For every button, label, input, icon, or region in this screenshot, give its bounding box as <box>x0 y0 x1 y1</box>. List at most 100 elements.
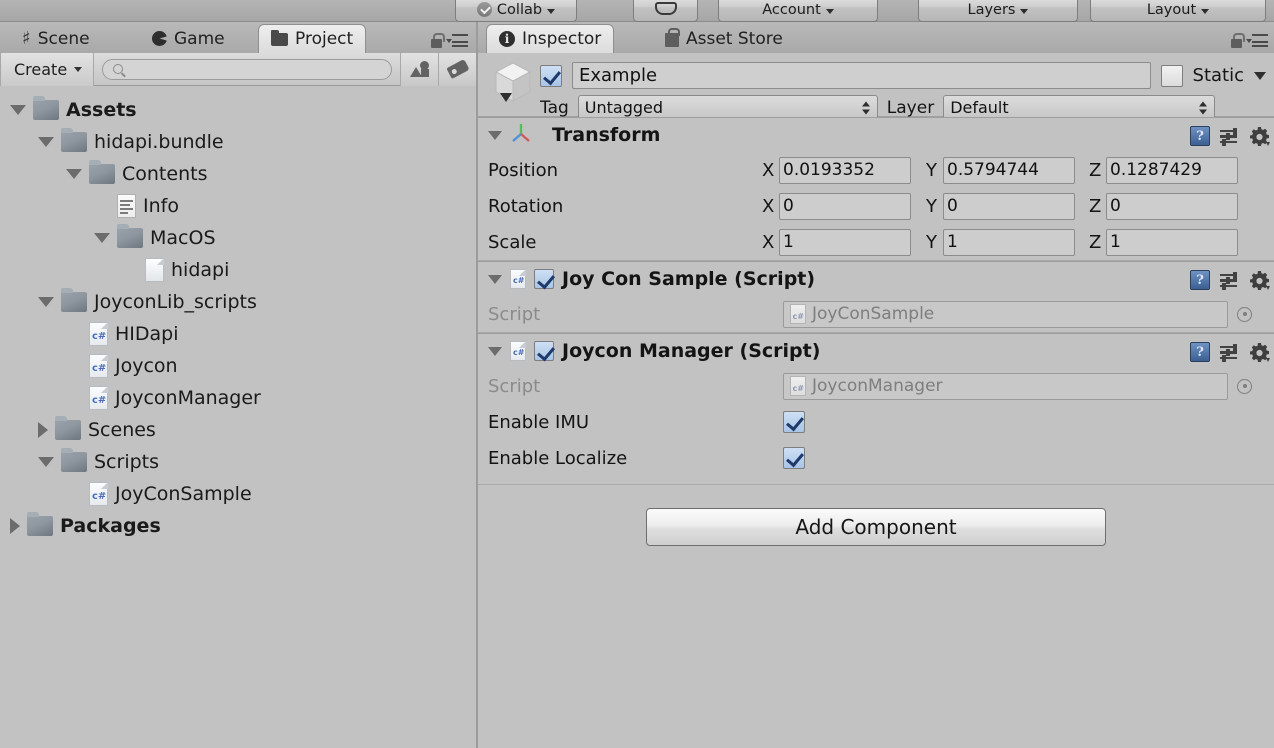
component-transform-icons: ? <box>1190 126 1270 146</box>
tree-item-scenes[interactable]: Scenes <box>0 414 476 446</box>
static-dropdown-icon[interactable] <box>1254 71 1266 80</box>
hamburger-menu-icon[interactable] <box>446 33 468 48</box>
expand-arrow-icon[interactable] <box>488 346 502 356</box>
account-button[interactable]: Account <box>718 0 878 22</box>
collapse-arrow-icon[interactable] <box>10 105 26 115</box>
filter-by-label-button[interactable] <box>438 52 476 86</box>
object-picker-icon[interactable] <box>1237 306 1252 322</box>
cloud-button[interactable] <box>633 0 698 22</box>
tree-item-assets[interactable]: Assets <box>0 94 476 126</box>
gear-icon[interactable] <box>1249 126 1270 146</box>
component-joy-con-sample-header[interactable]: c# Joy Con Sample (Script) ? <box>478 262 1274 296</box>
tree-item-info[interactable]: Info <box>0 190 476 222</box>
tree-item-joyconsample[interactable]: c# JoyConSample <box>0 478 476 510</box>
tab-game[interactable]: Game <box>140 24 237 53</box>
help-book-icon[interactable]: ? <box>1190 126 1210 146</box>
transform-position-y-input[interactable] <box>943 156 1075 184</box>
transform-scale-x-input[interactable] <box>779 228 911 256</box>
tab-project[interactable]: Project <box>258 24 367 53</box>
tree-item-joyconlib-scripts[interactable]: JoyconLib_scripts <box>0 286 476 318</box>
tree-item-packages[interactable]: Packages <box>0 510 476 542</box>
object-picker-icon[interactable] <box>1237 378 1252 394</box>
layers-button[interactable]: Layers <box>918 0 1078 22</box>
chevron-down-icon <box>74 66 83 72</box>
tree-item-macos[interactable]: MacOS <box>0 222 476 254</box>
project-tabbar: ♯ Scene Game Project <box>0 22 476 53</box>
layout-button[interactable]: Layout <box>1090 0 1266 22</box>
shape-filter-icon <box>409 60 430 78</box>
csharp-script-icon: c# <box>89 354 108 378</box>
help-book-icon[interactable]: ? <box>1190 270 1210 290</box>
tab-inspector[interactable]: i Inspector <box>486 24 615 53</box>
collapse-arrow-icon[interactable] <box>94 233 110 243</box>
tree-item-scripts[interactable]: Scripts <box>0 446 476 478</box>
lock-icon[interactable] <box>1230 33 1245 48</box>
transform-rotation-x-input[interactable] <box>779 192 911 220</box>
tree-item-label: hidapi.bundle <box>94 131 224 153</box>
gameobject-name-input[interactable] <box>572 62 1151 89</box>
script-value: JoyconManager <box>812 376 943 396</box>
folder-icon <box>61 448 87 472</box>
collapse-arrow-icon[interactable] <box>38 137 54 147</box>
collapse-arrow-icon[interactable] <box>66 169 82 179</box>
static-checkbox[interactable] <box>1160 64 1183 87</box>
component-enabled-checkbox[interactable] <box>534 269 554 289</box>
add-component-button[interactable]: Add Component <box>646 508 1106 546</box>
transform-position-z-input[interactable] <box>1106 156 1238 184</box>
enable-imu-row: Enable IMU <box>478 404 1274 440</box>
component-enabled-checkbox[interactable] <box>534 341 554 361</box>
expand-arrow-icon[interactable] <box>10 518 20 534</box>
project-asset-tree[interactable]: Assets hidapi.bundle Contents Info MacOS hida… <box>0 86 476 748</box>
expand-arrow-icon[interactable] <box>488 274 502 284</box>
help-book-icon[interactable]: ? <box>1190 342 1210 362</box>
component-transform-title: Transform <box>552 124 661 146</box>
expand-arrow-icon[interactable] <box>488 130 502 140</box>
tree-item-joyconmanager[interactable]: c# JoyconManager <box>0 382 476 414</box>
tree-item-label: Contents <box>122 163 208 185</box>
lock-icon[interactable] <box>430 33 445 48</box>
tree-item-hidapi[interactable]: c# HIDapi <box>0 318 476 350</box>
create-button[interactable]: Create <box>0 52 95 86</box>
preset-icon[interactable] <box>1220 271 1239 290</box>
script-object-field[interactable]: c# JoyConSample <box>783 300 1228 328</box>
transform-position-x-input[interactable] <box>779 156 911 184</box>
collapse-arrow-icon[interactable] <box>38 457 54 467</box>
gear-icon[interactable] <box>1249 342 1270 362</box>
script-value: JoyConSample <box>812 304 935 324</box>
transform-rotation-z-input[interactable] <box>1106 192 1238 220</box>
component-joy-con-sample: c# Joy Con Sample (Script) ? Script c# J… <box>478 261 1274 333</box>
tree-item-hidapi[interactable]: hidapi <box>0 254 476 286</box>
hamburger-menu-icon[interactable] <box>1246 33 1268 48</box>
enable-localize-checkbox[interactable] <box>783 447 805 469</box>
component-joycon-manager-header[interactable]: c# Joycon Manager (Script) ? <box>478 334 1274 368</box>
tab-scene[interactable]: ♯ Scene <box>10 24 102 53</box>
tree-item-label: Scenes <box>88 419 156 441</box>
search-field[interactable] <box>102 58 392 80</box>
tree-item-contents[interactable]: Contents <box>0 158 476 190</box>
preset-icon[interactable] <box>1220 127 1239 146</box>
transform-scale-z-input[interactable] <box>1106 228 1238 256</box>
gameobject-enabled-checkbox[interactable] <box>540 64 562 87</box>
csharp-script-icon: c# <box>89 322 108 346</box>
csharp-script-icon: c# <box>510 269 526 289</box>
expand-arrow-icon[interactable] <box>38 422 48 438</box>
gear-icon[interactable] <box>1249 270 1270 290</box>
tab-asset-store[interactable]: Asset Store <box>653 24 795 53</box>
layer-label: Layer <box>886 97 935 118</box>
tree-item-label: JoyConSample <box>115 483 252 505</box>
filter-by-type-button[interactable] <box>400 52 438 86</box>
search-input[interactable] <box>128 61 381 77</box>
inspector-tabbar-controls <box>1230 33 1268 48</box>
tree-item-joycon[interactable]: c# Joycon <box>0 350 476 382</box>
component-transform-header[interactable]: Transform ? <box>478 118 1274 152</box>
collab-button[interactable]: Collab <box>455 0 577 22</box>
enable-imu-checkbox[interactable] <box>783 411 805 433</box>
tree-item-hidapi-bundle[interactable]: hidapi.bundle <box>0 126 476 158</box>
transform-scale-y-input[interactable] <box>943 228 1075 256</box>
layer-value: Default <box>950 98 1009 117</box>
component-transform: Transform ? Position X 0.0193352 Y 0.579… <box>478 117 1274 261</box>
script-object-field[interactable]: c# JoyconManager <box>783 372 1228 400</box>
transform-rotation-y-input[interactable] <box>943 192 1075 220</box>
collapse-arrow-icon[interactable] <box>38 297 54 307</box>
preset-icon[interactable] <box>1220 343 1239 362</box>
